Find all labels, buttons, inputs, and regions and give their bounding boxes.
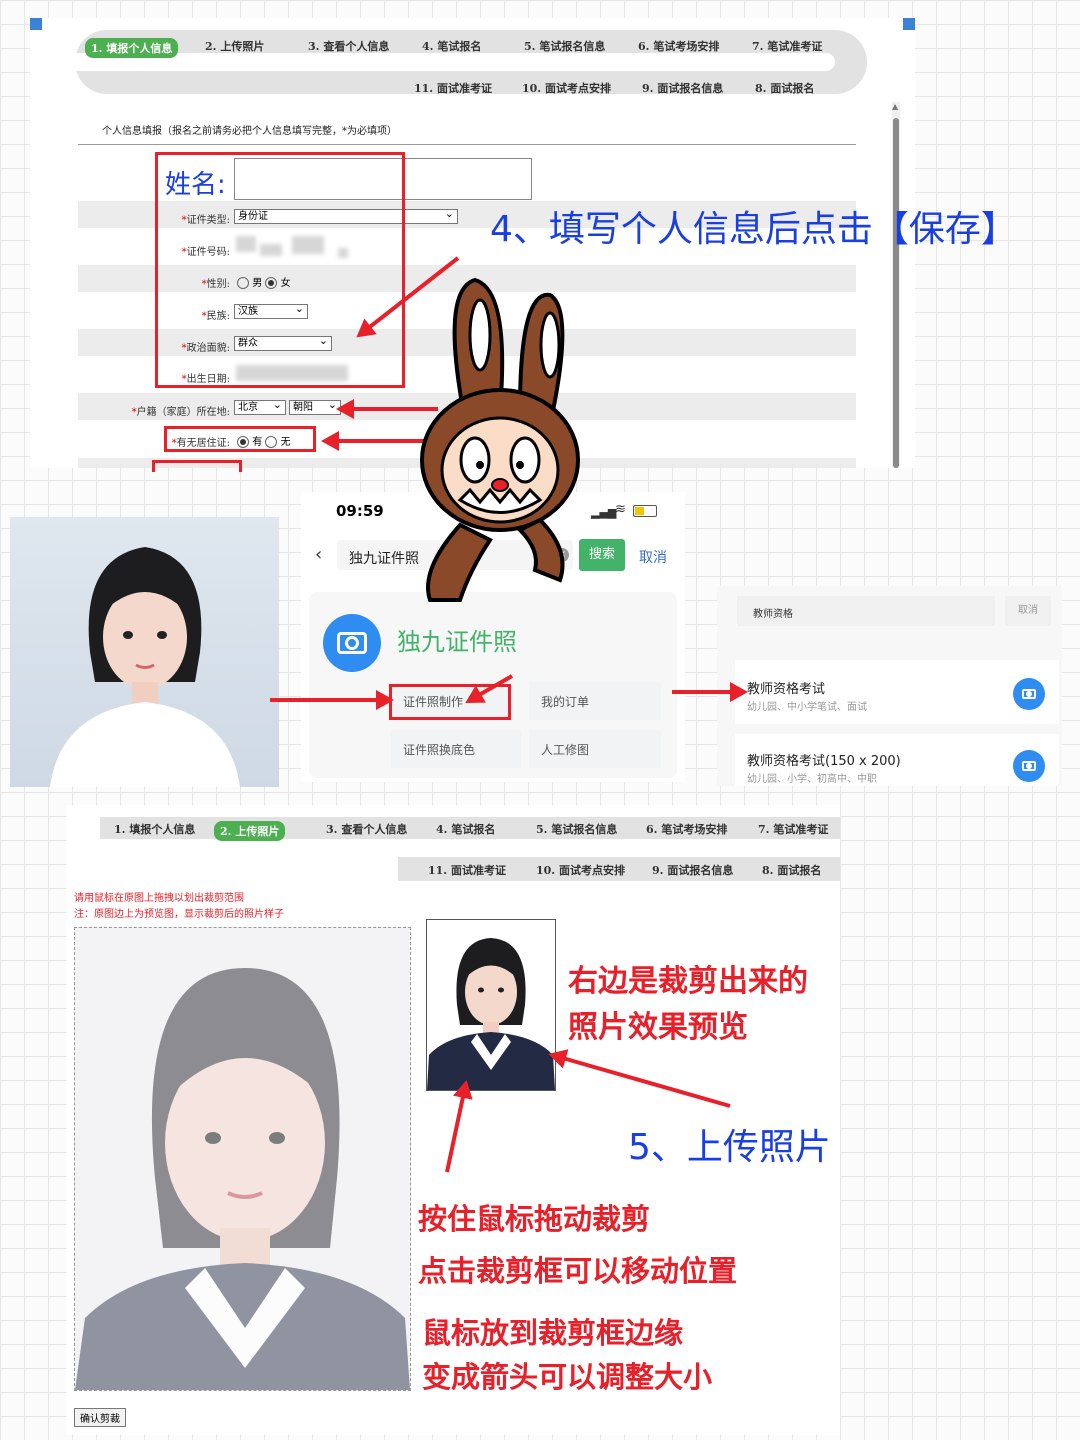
result-item-subtitle: 幼儿园、中小学笔试、面试 [747, 702, 867, 713]
search-cancel[interactable]: 取消 [1005, 596, 1051, 626]
hukou-city-select[interactable]: 朝阳 [289, 398, 341, 415]
step-tab-row2-4[interactable]: 8. 面试报名 [755, 80, 814, 96]
step-tab-3[interactable]: 3. 查看个人信息 [326, 821, 407, 837]
arrowhead [730, 682, 748, 702]
wifi-icon: ≋ [615, 502, 626, 517]
highlight-box-residence [164, 426, 316, 452]
step-tab-row2-2[interactable]: 10. 面试考点安排 [536, 862, 625, 878]
change-bg-button[interactable]: 证件照换底色 [391, 730, 521, 768]
confirm-crop-button[interactable]: 确认剪裁 [74, 1408, 126, 1427]
step-tab-row2-3[interactable]: 9. 面试报名信息 [652, 862, 733, 878]
portrait-illustration [50, 547, 240, 787]
battery-icon [633, 505, 657, 517]
step-tab-6[interactable]: 6. 笔试考场安排 [646, 821, 727, 837]
back-chevron-icon[interactable]: ‹ [315, 544, 322, 565]
drag-annotation: 按住鼠标拖动裁剪 [418, 1202, 651, 1236]
search-query-text: 教师资格 [753, 609, 793, 620]
step4-annotation: 4、填写个人信息后点击【保存】 [490, 209, 1017, 250]
step-tab-row2-1[interactable]: 11. 面试准考证 [414, 80, 492, 96]
app-name: 独九证件照 [397, 628, 517, 656]
my-orders-button[interactable]: 我的订单 [529, 682, 661, 720]
arrow-red [270, 690, 394, 710]
step-tab-5[interactable]: 5. 笔试报名信息 [536, 821, 617, 837]
crop-preview-image [426, 919, 556, 1091]
divider [78, 144, 856, 145]
step-tab-6[interactable]: 6. 笔试考场安排 [638, 38, 719, 54]
step-tab-7[interactable]: 7. 笔试准考证 [752, 38, 822, 54]
hukou-province-select[interactable]: 北京 [234, 398, 286, 415]
preview-annotation-line2: 照片效果预览 [568, 1010, 748, 1045]
resize-annotation-line1: 鼠标放到裁剪框边缘 [422, 1316, 684, 1350]
camera-app-icon [323, 614, 381, 672]
original-photo [10, 517, 279, 787]
highlight-box-partial [152, 460, 242, 472]
step-tab-1[interactable]: 1. 填报个人信息 [114, 821, 195, 837]
resize-annotation-line2: 变成箭头可以调整大小 [422, 1360, 713, 1394]
highlight-box-basic-info [155, 152, 405, 388]
result-item-title: 教师资格考试 [747, 682, 826, 697]
camera-icon[interactable] [1013, 750, 1045, 782]
scrollbar-up-icon[interactable]: ▲ [892, 102, 898, 111]
step-tab-4[interactable]: 4. 笔试报名 [422, 38, 481, 54]
arrowhead [321, 431, 339, 451]
hukou-label: *户籍（家庭）所在地: [131, 407, 230, 418]
step-tabs-track-inner [75, 53, 835, 71]
step-tab-row2-1[interactable]: 11. 面试准考证 [428, 862, 506, 878]
step-tab-4[interactable]: 4. 笔试报名 [436, 821, 495, 837]
corner-marker-right [903, 18, 915, 30]
step-tab-2[interactable]: 2. 上传照片 [214, 821, 286, 841]
step-tab-row2-2[interactable]: 10. 面试考点安排 [522, 80, 611, 96]
crop-note: 注：原图边上为预览图，显示裁剪后的照片样子 [74, 909, 284, 920]
status-time: 09:59 [336, 502, 384, 520]
cancel-button[interactable]: 取消 [639, 547, 667, 567]
step-tab-5[interactable]: 5. 笔试报名信息 [524, 38, 605, 54]
retouch-button[interactable]: 人工修图 [529, 730, 661, 768]
move-annotation: 点击裁剪框可以移动位置 [418, 1254, 738, 1288]
portrait-illustration [427, 938, 555, 1090]
portrait-illustration [75, 968, 410, 1390]
corner-marker-left [30, 18, 42, 30]
step-tab-row2-4[interactable]: 8. 面试报名 [762, 862, 821, 878]
rabbit-mascot-illustration [420, 277, 580, 602]
section-title: 个人信息填报（报名之前请务必把个人信息填写完整，*为必填项） [102, 126, 397, 137]
signal-icon: ▂▄▆ [591, 506, 617, 519]
arrowhead [336, 399, 354, 419]
step-tab-3[interactable]: 3. 查看个人信息 [308, 38, 389, 54]
crop-instruction: 请用鼠标在原图上拖拽以划出裁剪范围 [74, 893, 244, 904]
camera-icon[interactable] [1013, 678, 1045, 710]
result-item-title: 教师资格考试(150 x 200) [747, 754, 901, 769]
scrollbar-thumb[interactable] [893, 118, 899, 468]
search-results-panel: 教师资格 取消 教师资格考试 幼儿园、中小学笔试、面试 教师资格考试(150 x… [717, 586, 1062, 786]
step5-annotation: 5、上传照片 [628, 1127, 831, 1168]
step-tab-7[interactable]: 7. 笔试准考证 [758, 821, 828, 837]
arrowhead [453, 1077, 477, 1100]
preview-annotation-line1: 右边是裁剪出来的 [568, 964, 808, 999]
result-item-subtitle: 幼儿园、小学、初高中、中职 [747, 774, 877, 785]
step-tab-row2-3[interactable]: 9. 面试报名信息 [642, 80, 723, 96]
arrow-red [672, 682, 748, 702]
crop-source-image[interactable] [74, 927, 411, 1391]
step-tab-2[interactable]: 2. 上传照片 [205, 38, 264, 54]
arrowhead [376, 690, 394, 710]
step-tab-1[interactable]: 1. 填报个人信息 [85, 38, 179, 58]
